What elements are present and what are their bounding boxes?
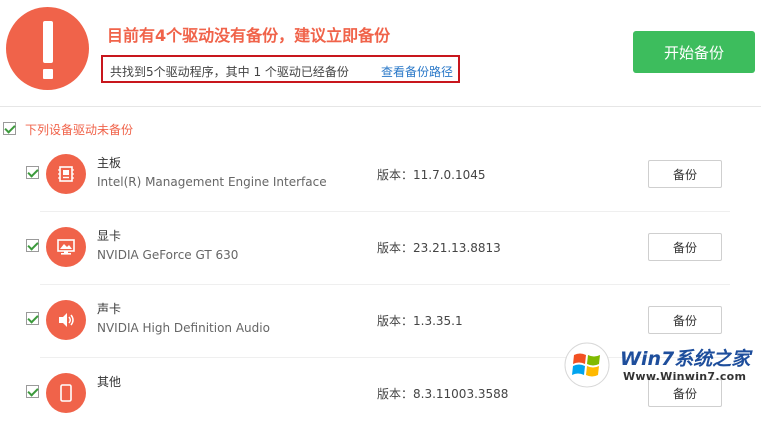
driver-name: 其他	[97, 375, 122, 389]
start-backup-button[interactable]: 开始备份	[633, 31, 755, 73]
driver-row: 主板 Intel(R) Management Engine Interface …	[0, 145, 761, 218]
driver-checkbox[interactable]	[26, 239, 39, 252]
view-backup-path-link[interactable]: 查看备份路径	[381, 63, 453, 80]
watermark-brand: Win7系统之家	[620, 348, 751, 370]
driver-description: NVIDIA High Definition Audio	[97, 321, 270, 335]
backup-summary-box: 共找到5个驱动程序，其中 1 个驱动已经备份 查看备份路径	[101, 55, 460, 83]
row-divider	[40, 284, 730, 285]
exclamation-bar	[43, 21, 53, 63]
section-title: 下列设备驱动未备份	[25, 123, 134, 137]
driver-checkbox[interactable]	[26, 385, 39, 398]
motherboard-icon	[46, 154, 86, 194]
driver-version: 版本：11.7.0.1045	[377, 168, 486, 182]
driver-version: 版本：8.3.11003.3588	[377, 387, 509, 401]
driver-version: 版本：23.21.13.8813	[377, 241, 501, 255]
windows-logo-icon	[564, 342, 610, 388]
backup-button[interactable]: 备份	[648, 160, 722, 188]
driver-description: Intel(R) Management Engine Interface	[97, 175, 327, 189]
watermark: Win7系统之家 Www.Winwin7.com	[563, 340, 759, 390]
select-all-checkbox[interactable]	[3, 122, 16, 135]
row-divider	[40, 211, 730, 212]
driver-row: 显卡 NVIDIA GeForce GT 630 版本：23.21.13.881…	[0, 218, 761, 291]
driver-name: 主板	[97, 156, 122, 170]
backup-button[interactable]: 备份	[648, 233, 722, 261]
header-divider	[0, 106, 761, 107]
driver-version: 版本：1.3.35.1	[377, 314, 463, 328]
driver-name: 显卡	[97, 229, 122, 243]
backup-button[interactable]: 备份	[648, 306, 722, 334]
exclamation-dot	[43, 69, 53, 79]
monitor-icon	[46, 227, 86, 267]
driver-checkbox[interactable]	[26, 312, 39, 325]
backup-headline: 目前有4个驱动没有备份，建议立即备份	[107, 26, 391, 45]
watermark-url: Www.Winwin7.com	[623, 370, 747, 383]
exclamation-icon	[6, 7, 89, 90]
speaker-icon	[46, 300, 86, 340]
driver-description: NVIDIA GeForce GT 630	[97, 248, 239, 262]
device-icon	[46, 373, 86, 413]
driver-checkbox[interactable]	[26, 166, 39, 179]
driver-name: 声卡	[97, 302, 122, 316]
backup-summary-text: 共找到5个驱动程序，其中 1 个驱动已经备份	[110, 65, 349, 79]
